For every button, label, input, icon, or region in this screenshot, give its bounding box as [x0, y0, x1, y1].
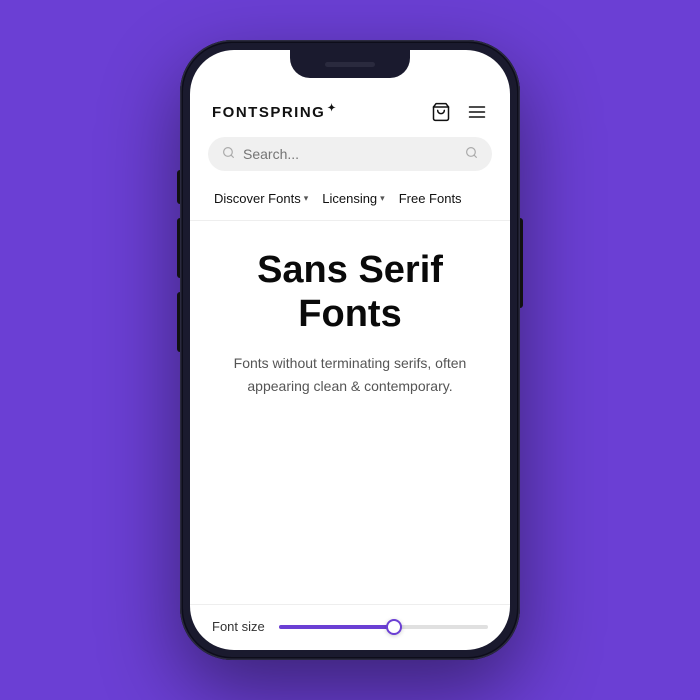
nav: Discover Fonts ▾ Licensing ▾ Free Fonts [190, 183, 510, 221]
font-size-label: Font size [212, 619, 265, 634]
page-subtitle: Fonts without terminating serifs, often … [230, 352, 470, 397]
mute-button [177, 170, 180, 204]
header-icons [430, 101, 488, 123]
logo: FONTSPRING ✦ [212, 104, 337, 121]
font-size-slider[interactable] [279, 625, 488, 629]
chevron-down-icon: ▾ [304, 193, 309, 204]
font-size-row: Font size [190, 604, 510, 650]
nav-licensing[interactable]: Licensing ▾ [316, 187, 390, 210]
search-input[interactable] [243, 146, 457, 162]
slider-fill [279, 625, 394, 629]
hero: Sans Serif Fonts Fonts without terminati… [190, 221, 510, 604]
notch [290, 50, 410, 78]
cart-icon [431, 102, 451, 122]
speaker [325, 62, 375, 67]
slider-thumb[interactable] [386, 619, 402, 635]
nav-discover-fonts[interactable]: Discover Fonts ▾ [208, 187, 314, 210]
search-icon-left [222, 146, 235, 162]
phone-frame: FONTSPRING ✦ [180, 40, 520, 660]
nav-licensing-label: Licensing [322, 191, 377, 206]
cart-button[interactable] [430, 101, 452, 123]
logo-text: FONTSPRING [212, 104, 325, 121]
power-button [520, 218, 523, 308]
header: FONTSPRING ✦ [190, 85, 510, 133]
volume-down-button [177, 292, 180, 352]
nav-free-fonts-label: Free Fonts [399, 191, 462, 206]
menu-icon [467, 102, 487, 122]
page-title: Sans Serif Fonts [214, 249, 486, 336]
phone-screen: FONTSPRING ✦ [190, 50, 510, 650]
chevron-down-icon-2: ▾ [380, 193, 385, 204]
search-icon-right [465, 146, 478, 162]
logo-leaf: ✦ [327, 103, 337, 114]
nav-free-fonts[interactable]: Free Fonts [393, 187, 468, 210]
search-bar[interactable] [208, 137, 492, 171]
menu-button[interactable] [466, 101, 488, 123]
screen-content: FONTSPRING ✦ [190, 50, 510, 650]
volume-up-button [177, 218, 180, 278]
nav-discover-fonts-label: Discover Fonts [214, 191, 301, 206]
